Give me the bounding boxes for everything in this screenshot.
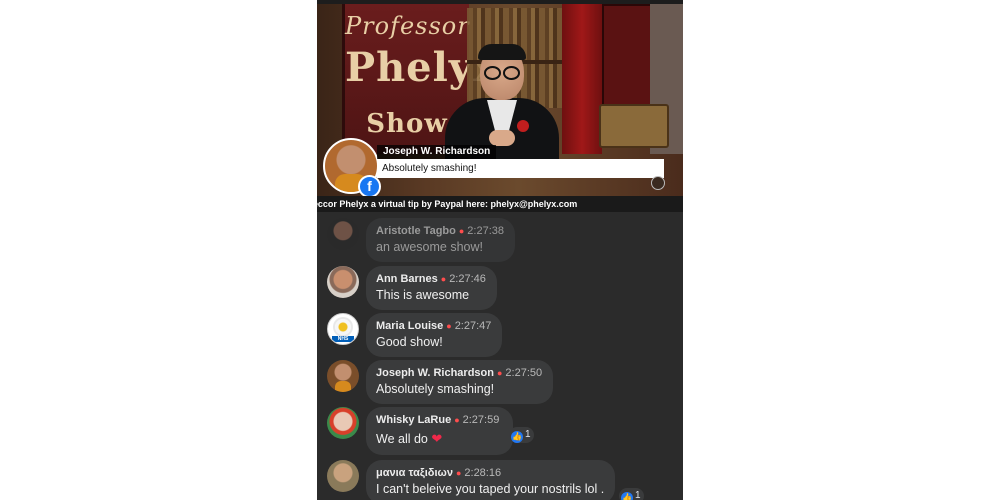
comment-timestamp[interactable]: 2:27:50 <box>505 367 542 379</box>
comment-bubble[interactable]: Joseph W. Richardson ● 2:27:50 Absolutely … <box>366 360 554 404</box>
live-dot-icon: ● <box>454 415 460 425</box>
suitcase <box>599 104 669 148</box>
avatar[interactable]: NHS <box>327 313 359 345</box>
comment-bubble[interactable]: Whisky LaRue ● 2:27:59 We all do ❤ <box>366 407 514 455</box>
avatar[interactable] <box>327 460 359 492</box>
live-dot-icon: ● <box>496 368 503 378</box>
comment-bubble[interactable]: Ann Barnes ● 2:27:46 This is awesome <box>366 266 497 310</box>
poster-title-line: Phelyx <box>345 44 498 91</box>
reaction-count: 1 <box>635 490 641 500</box>
comment-timestamp[interactable]: 2:28:16 <box>464 467 501 479</box>
commenter-name[interactable]: Whisky LaRue <box>376 414 451 426</box>
live-dot-icon: ● <box>440 274 447 284</box>
scrolling-ticker: ессоr Phelyx a virtual tip by Paypal her… <box>317 196 683 212</box>
overlay-comment-text: Absolutely smashing! <box>377 159 664 178</box>
comment-text: Absolutely smashing! <box>376 382 495 396</box>
reaction-count: 1 <box>525 429 531 440</box>
avatar[interactable] <box>327 266 359 298</box>
commenter-name[interactable]: μανια ταξιδιων <box>376 467 453 479</box>
lapel-flower <box>517 120 529 132</box>
live-dot-icon: ● <box>455 468 462 478</box>
presenter-glasses <box>484 66 520 80</box>
curtain <box>562 4 602 154</box>
presenter-hands <box>489 130 515 146</box>
cabinet <box>602 4 654 108</box>
overlay-commenter-name: Joseph W. Richardson <box>377 145 497 159</box>
heart-emoji: ❤ <box>431 431 443 446</box>
comment-timestamp[interactable]: 2:27:59 <box>463 414 500 426</box>
comment-timestamp[interactable]: 2:27:38 <box>467 225 504 237</box>
avatar[interactable] <box>327 360 359 392</box>
comment-text: an awesome show! <box>376 240 484 254</box>
poster-title-line: Professor <box>345 12 470 40</box>
presenter-hair <box>478 44 526 60</box>
avatar[interactable] <box>327 218 359 250</box>
comment-text: Good show! <box>376 335 443 349</box>
live-video[interactable]: Professor Phelyx Show f Joseph W. Richar… <box>317 0 683 212</box>
reaction-count-badge[interactable]: 👍 1 <box>619 488 644 500</box>
comment-text: We all do <box>376 432 428 446</box>
daisy-icon <box>335 319 351 335</box>
commenter-name[interactable]: Maria Louise <box>376 320 443 332</box>
ticker-text: ессоr Phelyx a virtual tip by Paypal her… <box>317 199 578 209</box>
live-dot-icon: ● <box>446 321 452 331</box>
reaction-count-badge[interactable]: 👍 1 <box>509 427 534 443</box>
commenter-name[interactable]: Aristotle Tagbo <box>376 225 456 237</box>
comment-text: I can't beleive you taped your nostrils … <box>376 482 605 496</box>
overlay-corner-icon <box>651 176 665 190</box>
facebook-icon: f <box>358 175 381 198</box>
live-dot-icon: ● <box>458 226 465 236</box>
comment-timestamp[interactable]: 2:27:46 <box>449 273 486 285</box>
avatar[interactable] <box>327 407 359 439</box>
comment-bubble[interactable]: μανια ταξιδιων ● 2:28:16 I can't beleive y… <box>366 460 616 500</box>
live-stream-panel: Professor Phelyx Show f Joseph W. Richar… <box>317 0 683 500</box>
comment-text: This is awesome <box>376 288 470 302</box>
commenter-name[interactable]: Joseph W. Richardson <box>376 367 494 379</box>
comment-bubble[interactable]: Maria Louise ● 2:27:47 Good show! <box>366 313 503 357</box>
commenter-name[interactable]: Ann Barnes <box>376 273 438 285</box>
comment-timestamp[interactable]: 2:27:47 <box>455 320 492 332</box>
like-icon: 👍 <box>621 492 633 500</box>
like-icon: 👍 <box>511 431 523 443</box>
avatar-badge: NHS <box>332 336 354 342</box>
comment-bubble[interactable]: Aristotle Tagbo ● 2:27:38 an awesome show! <box>366 218 515 262</box>
